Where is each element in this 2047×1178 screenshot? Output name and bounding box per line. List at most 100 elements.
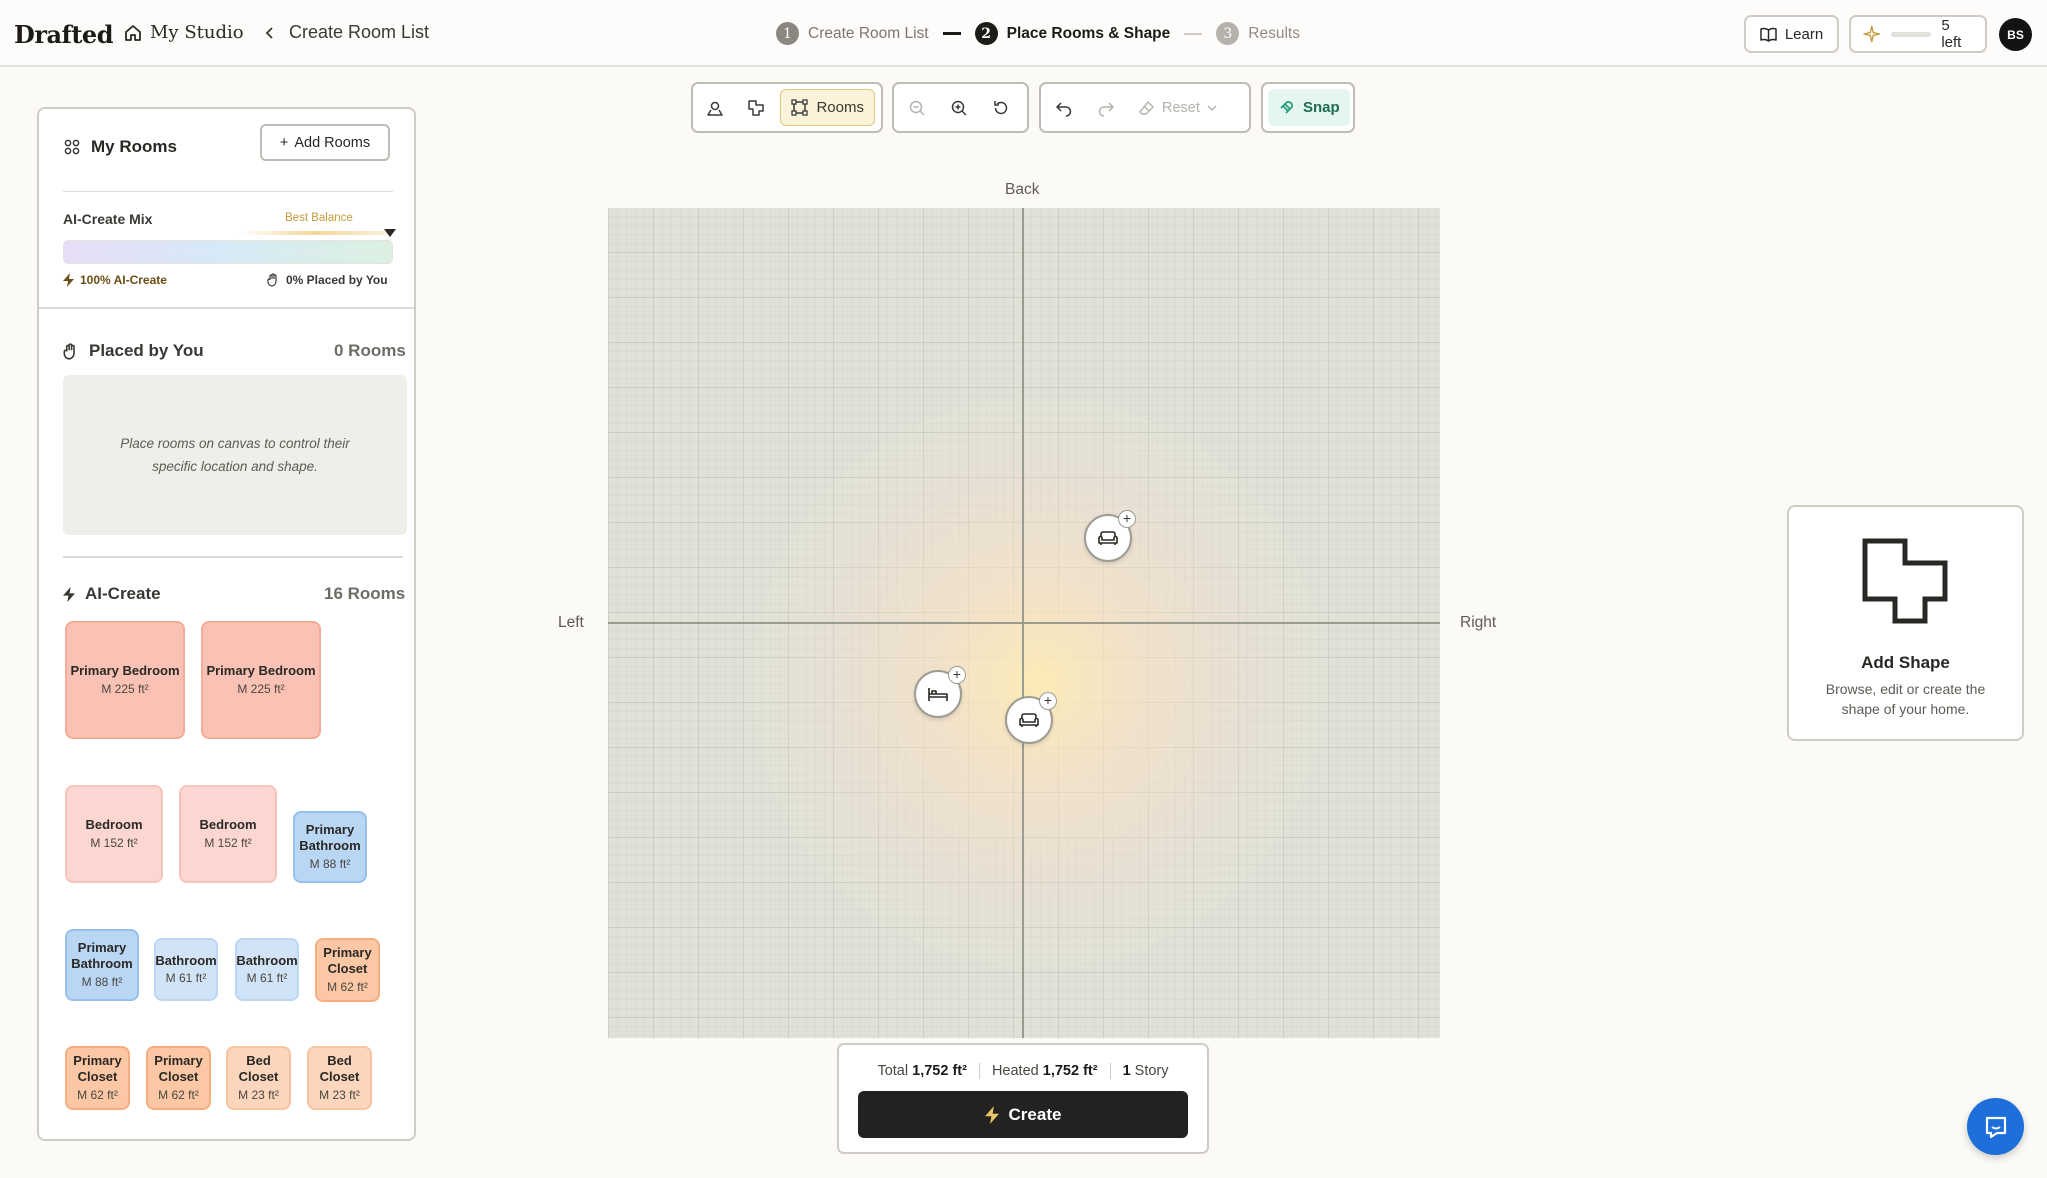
mix-badge: Best Balance [285,212,353,224]
zoom-out-button[interactable] [900,91,934,125]
add-rooms-button[interactable]: + Add Rooms [260,124,390,161]
my-studio-link[interactable]: My Studio [124,22,244,43]
room-card[interactable]: Primary Closet M 62 ft² [315,938,380,1002]
sofa-icon [1098,531,1118,545]
step-place-rooms[interactable]: 2 Place Rooms & Shape [974,22,1171,45]
mix-slider[interactable] [63,240,393,264]
step-number: 3 [1216,22,1240,45]
room-card[interactable]: Primary Bedroom M 225 ft² [201,621,321,739]
snap-toggle[interactable]: Snap [1268,89,1350,126]
logo[interactable]: Drafted [14,20,113,49]
room-size: M 61 ft² [165,971,207,985]
reset-button[interactable]: Reset [1131,100,1225,116]
room-marker[interactable]: + [914,666,966,718]
add-room-icon[interactable]: + [948,666,966,684]
zoom-out-icon [909,100,925,116]
divider [63,191,393,192]
create-button[interactable]: Create [858,1091,1188,1138]
rooms-frame-icon [791,99,809,116]
room-marker[interactable]: + [1084,510,1136,562]
step-label: Create Room List [808,24,929,42]
room-size: M 23 ft² [319,1087,360,1102]
room-card[interactable]: Bed Closet M 23 ft² [226,1046,291,1110]
room-name: Primary Closet [73,1052,122,1085]
add-rooms-label: Add Rooms [294,134,371,151]
room-name: Bed Closet [238,1052,279,1085]
reset-view-button[interactable] [984,91,1018,125]
room-size: M 88 ft² [309,856,351,871]
room-size: M 62 ft² [77,1087,118,1102]
room-size: M 62 ft² [158,1087,199,1102]
add-shape-description: Browse, edit or create the shape of your… [1825,681,1986,717]
room-size: M 152 ft² [90,835,138,850]
summary-stats: Total 1,752 ft² Heated 1,752 ft² 1 Story [839,1063,1207,1079]
step-label: Place Rooms & Shape [1006,24,1171,42]
credits-button[interactable]: 5 left [1849,15,1987,53]
redo-button[interactable] [1089,91,1123,125]
canvas-label-left: Left [558,614,584,631]
zoom-in-button[interactable] [942,91,976,125]
floor-canvas[interactable]: + + + [608,208,1440,1038]
room-name: Bedroom [199,817,257,832]
placed-percent: 0% Placed by You [267,273,388,287]
history-toolbar: Reset [1039,82,1251,133]
ai-create-header: AI-Create [63,584,161,604]
step-create-room-list[interactable]: 1 Create Room List [776,22,929,45]
sofa-icon [1019,713,1039,727]
studio-label: My Studio [150,22,244,43]
story-count: 1 Story [1122,1063,1169,1079]
site-tool-button[interactable] [699,91,732,125]
learn-button[interactable]: Learn [1744,15,1839,53]
rooms-panel: My Rooms + Add Rooms AI-Create Mix Best … [37,107,416,1141]
room-card[interactable]: Bedroom M 152 ft² [179,785,277,883]
progress-steps: 1 Create Room List 2 Place Rooms & Shape… [776,22,1300,45]
credits-meter [1890,31,1932,37]
zoom-in-icon [951,100,967,116]
room-size: M 62 ft² [327,979,368,994]
back-to-room-list[interactable]: Create Room List [265,22,429,43]
mix-left-label: 100% AI-Create [80,273,167,287]
room-card[interactable]: Bathroom M 61 ft² [154,938,218,1001]
placed-dropzone: Place rooms on canvas to control their s… [63,375,407,535]
bed-icon [928,688,948,701]
house-shape-icon [1862,538,1948,624]
credits-label: 5 left [1941,17,1962,51]
chat-launcher-button[interactable] [1967,1098,2024,1155]
learn-label: Learn [1784,25,1824,43]
rooms-tool-button[interactable]: Rooms [780,89,875,126]
snap-toolbar: Snap [1261,82,1355,133]
mix-slider-handle[interactable] [384,229,396,237]
room-card[interactable]: Primary Closet M 62 ft² [65,1046,130,1110]
room-name: Bed Closet [319,1052,360,1085]
hand-icon [267,273,277,287]
step-separator [1184,32,1203,35]
add-shape-card[interactable]: Add Shape Browse, edit or create the sha… [1787,505,2024,741]
add-room-icon[interactable]: + [1118,510,1136,528]
undo-button[interactable] [1047,91,1081,125]
plus-icon: + [279,134,289,151]
sparkle-icon [1863,25,1881,43]
room-size: M 225 ft² [237,681,285,696]
room-marker[interactable]: + [1005,692,1057,744]
room-card[interactable]: Primary Closet M 62 ft² [146,1046,211,1110]
rooms-group-icon [64,139,80,155]
add-shape-title: Add Shape [1861,653,1950,672]
shape-tool-button[interactable] [740,91,773,125]
divider [63,556,403,558]
my-rooms-header: My Rooms [63,137,177,157]
room-card[interactable]: Bed Closet M 23 ft² [307,1046,372,1110]
room-card[interactable]: Primary Bathroom M 88 ft² [65,929,139,1001]
ai-title: AI-Create [85,584,161,603]
undo-icon [1055,101,1072,117]
add-room-icon[interactable]: + [1039,692,1057,710]
step-results[interactable]: 3 Results [1216,22,1300,45]
room-size: M 23 ft² [238,1087,279,1102]
room-card[interactable]: Bathroom M 61 ft² [235,938,299,1001]
mix-label: AI-Create Mix [63,211,153,227]
map-pin-icon [707,101,724,116]
avatar[interactable]: BS [1999,18,2032,51]
room-card[interactable]: Primary Bedroom M 225 ft² [65,621,185,739]
room-card[interactable]: Primary Bathroom M 88 ft² [293,811,367,883]
shape-outline-icon [748,99,764,116]
room-card[interactable]: Bedroom M 152 ft² [65,785,163,883]
